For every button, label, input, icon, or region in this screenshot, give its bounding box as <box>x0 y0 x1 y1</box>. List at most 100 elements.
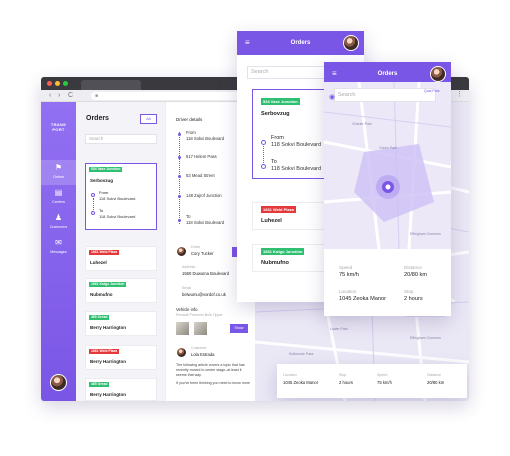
stop-label: 53 Mead Street <box>186 173 215 178</box>
browser-tab[interactable] <box>81 80 141 90</box>
order-name: Berry Harrington <box>90 325 127 330</box>
map-label: Effingham Common <box>410 232 441 236</box>
phone-avatar[interactable] <box>343 35 359 51</box>
order-name: Nubmufno <box>90 292 113 297</box>
user-avatar[interactable] <box>50 374 67 391</box>
vehicle-title: Vehicle info <box>176 307 198 312</box>
order-tag: 534 Vaxe Junction <box>261 98 300 105</box>
map-label: Charter Park <box>352 122 372 126</box>
sidebar-item-customers[interactable]: ♟ Customers <box>41 210 76 235</box>
email-value: belwumu@vordof.co.uk <box>182 292 226 297</box>
location-value: 1045 Zeoka Manor <box>339 296 386 302</box>
back-icon[interactable]: ‹ <box>49 91 51 101</box>
email-label: Email <box>182 286 191 290</box>
map-label: Lower Park <box>330 327 348 331</box>
order-card[interactable]: 1661 Kutgo Junction Nubmufno <box>85 278 157 303</box>
stop-dot-icon <box>178 195 181 198</box>
stop-address: 118 Sokvi Boulevard <box>186 136 225 141</box>
carriers-icon: ▤ <box>54 188 63 197</box>
distance-label: Distance <box>427 373 441 377</box>
phone-map[interactable]: Search ◉ Charter Park Green Park Effingh… <box>324 82 451 249</box>
order-name: Nubmufno <box>261 260 289 266</box>
stop-address: 118 Sokvi Boulevard <box>186 220 225 225</box>
brand-logo: TRANS PORT <box>50 122 67 132</box>
minimize-dot-icon[interactable] <box>55 81 60 86</box>
to-label: To <box>271 159 277 165</box>
distance-value: 20/80 km <box>404 272 428 278</box>
to-address: 118 Sokvi Boulevard <box>271 166 322 172</box>
order-name: Serbovzug <box>261 111 290 117</box>
lock-icon: ■ <box>95 93 99 99</box>
browser-menu-icon[interactable]: ⋮ <box>456 90 463 98</box>
phone-header: ≡ Orders <box>237 31 364 55</box>
sidebar-item-carriers[interactable]: ▤ Carriers <box>41 185 76 210</box>
sidebar-item-label: Carriers <box>52 200 65 204</box>
distance-value: 20/80 km <box>427 380 445 385</box>
map-label: Green Park <box>379 146 397 150</box>
close-dot-icon[interactable] <box>47 81 52 86</box>
order-tag: 534 Vaxe Junction <box>89 167 123 172</box>
phone-map-search-input[interactable]: Search <box>334 88 436 102</box>
order-tag: 1661 Kutgo Junction <box>261 248 305 255</box>
driver-avatar <box>176 246 187 257</box>
order-card[interactable]: 465 Oread Berry Harrington <box>85 311 157 336</box>
to-dot-icon <box>91 211 95 215</box>
map-label: Kolbrooke Pass <box>289 352 314 356</box>
stop-label: 517 Helem Pass <box>186 154 217 159</box>
to-dot-icon <box>261 164 266 169</box>
orders-panel: Orders All Search 534 Vaxe Junction Serb… <box>76 102 165 401</box>
maximize-dot-icon[interactable] <box>63 81 68 86</box>
address-label: Address <box>182 265 196 269</box>
order-tag: 465 Oread <box>89 382 110 387</box>
stop-dot-icon <box>178 156 181 159</box>
stop-label: 148 Zajrof Junction <box>186 193 222 198</box>
stop-label: Stop <box>339 373 347 377</box>
order-tag: 1661 Weld Plaza <box>89 250 120 255</box>
order-card[interactable]: 1661 Weld Plaza Luhezel <box>85 246 157 271</box>
stop-value: 2 hours <box>339 380 353 385</box>
phone-map-roads <box>324 82 451 249</box>
order-name: Berry Harrington <box>90 359 127 364</box>
messages-icon: ✉ <box>55 238 62 247</box>
sidebar-item-label: Messages <box>50 250 67 254</box>
vehicle-photo[interactable] <box>194 322 207 335</box>
driver-label: Driver <box>191 245 201 249</box>
mockup-stage: ‹ › C ■ ⋮ TRANS PORT ⚑ Orders ▤ Carriers… <box>0 0 510 456</box>
vehicle-photo[interactable] <box>176 322 189 335</box>
sidebar-item-orders[interactable]: ⚑ Orders <box>41 160 76 185</box>
route-line <box>92 198 94 210</box>
stops-line <box>179 132 180 224</box>
stop-dot-icon <box>178 133 181 136</box>
from-dot-icon <box>91 193 95 197</box>
stop-dot-icon <box>178 175 181 178</box>
show-vehicle-button[interactable]: Show <box>230 324 248 333</box>
from-label: From <box>99 190 109 195</box>
orders-search-input[interactable]: Search <box>85 134 157 144</box>
distance-label: Distance <box>404 265 422 270</box>
speed-value: 75 km/h <box>377 380 392 385</box>
customer-avatar <box>176 347 187 358</box>
order-card[interactable]: 1661 Weld Plaza Berry Harrington <box>85 345 157 370</box>
speed-value: 75 km/h <box>339 272 359 278</box>
sidebar-item-label: Orders <box>53 175 64 179</box>
article-paragraph: If you've been thinking you need to know… <box>176 381 251 385</box>
reload-icon[interactable]: C <box>68 91 73 101</box>
order-card-selected[interactable]: 534 Vaxe Junction Serbovzug From 118 Sok… <box>85 163 157 230</box>
stop-label: Stop <box>404 289 414 294</box>
sidebar: TRANS PORT ⚑ Orders ▤ Carriers ♟ Custome… <box>41 102 76 401</box>
order-tag: 1661 Kutgo Junction <box>89 282 127 287</box>
forward-icon[interactable]: › <box>58 91 60 101</box>
all-filter-button[interactable]: All <box>140 114 157 124</box>
map-label: Quai Park <box>424 89 440 93</box>
from-label: From <box>271 135 284 141</box>
driver-details-title: Driver details <box>176 117 203 122</box>
order-name: Berry Harrington <box>90 392 127 397</box>
customer-label: Customer <box>191 346 207 350</box>
phone-avatar[interactable] <box>430 66 446 82</box>
speed-label: Speed <box>377 373 388 377</box>
sidebar-item-messages[interactable]: ✉ Messages <box>41 235 76 260</box>
stop-label: To <box>186 214 191 219</box>
order-card[interactable]: 465 Oread Berry Harrington <box>85 378 157 401</box>
phone-map-view: ≡ Orders Search ◉ Charter Park Green Par… <box>324 62 451 316</box>
stop-label: From <box>186 130 196 135</box>
